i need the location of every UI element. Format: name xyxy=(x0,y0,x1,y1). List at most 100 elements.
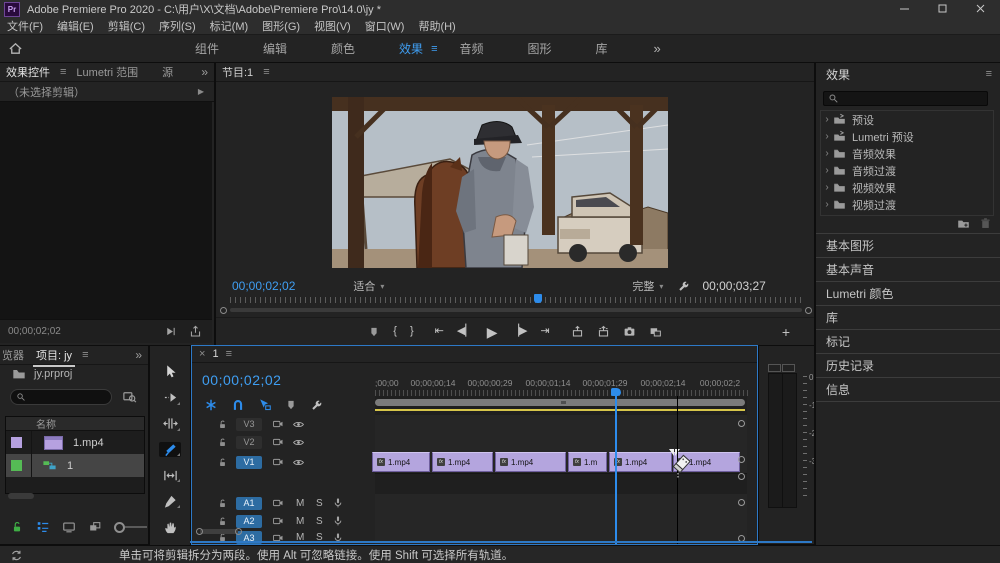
panel-menu-icon[interactable]: ≡ xyxy=(56,66,70,78)
panel-lumetri-color[interactable]: Lumetri 颜色 xyxy=(816,281,1000,305)
track-target-v2[interactable]: V2 xyxy=(236,436,262,449)
go-to-in-icon[interactable]: ⇤ xyxy=(435,326,444,337)
new-custom-bin-icon[interactable] xyxy=(957,217,970,230)
play-button[interactable]: ▶ xyxy=(487,325,498,339)
linked-selection-icon[interactable] xyxy=(258,398,272,412)
expand-arrow-icon[interactable]: ▶ xyxy=(198,87,204,96)
name-column-header[interactable]: 名称 xyxy=(6,417,144,431)
tree-item-audio-transitions[interactable]: › 音频过渡 xyxy=(821,162,993,179)
program-timecode[interactable]: 00;00;02;02 xyxy=(232,279,295,293)
playhead-line[interactable] xyxy=(615,390,617,544)
timeline-hscrollbar[interactable] xyxy=(200,529,238,534)
panel-info[interactable]: 信息 xyxy=(816,377,1000,402)
menu-sequence[interactable]: 序列(S) xyxy=(152,18,203,34)
timeline-clip[interactable]: fx 1.mp4 xyxy=(609,452,672,472)
track-scroll-anchor-icon[interactable] xyxy=(738,420,745,427)
close-sequence-icon[interactable]: × xyxy=(199,348,205,360)
tab-media-browser[interactable]: 览器 xyxy=(0,346,30,365)
play-audio-icon[interactable] xyxy=(164,325,177,338)
delete-bin-icon[interactable] xyxy=(979,217,992,230)
mark-in-icon[interactable]: { xyxy=(393,326,397,337)
lift-icon[interactable] xyxy=(571,325,584,338)
scroll-anchor-left-icon[interactable] xyxy=(220,307,227,314)
playback-resolution-dropdown[interactable]: 完整 xyxy=(632,278,654,294)
step-back-icon[interactable]: ◀▏ xyxy=(457,326,474,337)
project-panel-menu-icon[interactable]: ≡ xyxy=(78,349,92,361)
track-lock-icon[interactable] xyxy=(217,419,228,430)
track-select-forward-tool[interactable] xyxy=(159,390,181,406)
menu-clip[interactable]: 剪辑(C) xyxy=(101,18,152,34)
track-lock-icon[interactable] xyxy=(217,457,228,468)
workspace-tab-assembly[interactable]: 组件 xyxy=(173,40,241,57)
project-row-clip[interactable]: 1.mp4 xyxy=(6,431,144,454)
add-marker-icon[interactable] xyxy=(368,326,380,338)
source-patch-icon[interactable] xyxy=(272,497,284,509)
tab-effect-controls[interactable]: 效果控件 xyxy=(0,63,56,82)
tree-item-lumetri-presets[interactable]: › Lumetri 预设 xyxy=(821,128,993,145)
timeline-clip[interactable]: fx 1.m xyxy=(568,452,607,472)
selection-tool[interactable] xyxy=(159,364,181,380)
menu-edit[interactable]: 编辑(E) xyxy=(50,18,101,34)
track-target-a1[interactable]: A1 xyxy=(236,497,262,510)
extract-icon[interactable] xyxy=(597,325,610,338)
panel-history[interactable]: 历史记录 xyxy=(816,353,1000,377)
timeline-timecode[interactable]: 00;00;02;02 xyxy=(202,372,281,388)
close-button[interactable] xyxy=(962,0,1000,18)
panel-essential-sound[interactable]: 基本声音 xyxy=(816,257,1000,281)
track-target-a2[interactable]: A2 xyxy=(236,515,262,528)
zoom-slider[interactable] xyxy=(114,522,147,533)
snap-magnet-icon[interactable] xyxy=(231,398,245,412)
voiceover-mic-icon[interactable] xyxy=(332,497,344,509)
icon-view-icon[interactable] xyxy=(62,520,76,534)
comparison-view-icon[interactable] xyxy=(649,325,662,338)
menu-help[interactable]: 帮助(H) xyxy=(411,18,462,34)
razor-tool[interactable] xyxy=(159,442,181,458)
menu-file[interactable]: 文件(F) xyxy=(0,18,50,34)
slip-tool[interactable] xyxy=(159,467,181,483)
track-a2-lane[interactable] xyxy=(375,512,747,531)
home-icon[interactable] xyxy=(8,41,23,56)
source-patch-icon[interactable] xyxy=(272,418,284,430)
toggle-track-output-eye-icon[interactable] xyxy=(292,436,305,449)
twirl-icon[interactable]: › xyxy=(821,199,833,210)
project-search-box[interactable] xyxy=(10,389,112,405)
ripple-edit-tool[interactable] xyxy=(159,416,181,432)
maximize-button[interactable] xyxy=(924,0,962,18)
monitor-scrollbar[interactable] xyxy=(230,308,802,312)
mute-track-button[interactable]: M xyxy=(296,498,304,509)
timeline-ruler[interactable]: ;00;00 00;00;00;14 00;00;00;29 00;00;01;… xyxy=(375,364,749,396)
tab-program[interactable]: 节目:1 xyxy=(216,63,259,82)
project-file-name[interactable]: jy.prproj xyxy=(34,368,72,380)
project-overflow-icon[interactable]: » xyxy=(135,348,148,362)
step-forward-icon[interactable]: ▕▶ xyxy=(511,326,528,337)
zoom-level-dropdown[interactable]: 适合 xyxy=(353,278,375,294)
panel-libraries[interactable]: 库 xyxy=(816,305,1000,329)
project-list-scrollbar[interactable] xyxy=(8,493,34,499)
mute-track-button[interactable]: M xyxy=(296,516,304,527)
tab-source[interactable]: 源 xyxy=(156,63,179,82)
mark-out-icon[interactable]: } xyxy=(410,326,414,337)
hscroll-handle-right-icon[interactable] xyxy=(235,528,242,535)
timeline-settings-wrench-icon[interactable] xyxy=(310,399,323,412)
track-target-v1[interactable]: V1 xyxy=(236,456,262,469)
solo-track-button[interactable]: S xyxy=(316,516,323,527)
workspace-tab-color[interactable]: 颜色 xyxy=(309,40,377,57)
program-panel-menu-icon[interactable]: ≡ xyxy=(259,66,273,78)
tab-lumetri-scopes[interactable]: Lumetri 范围 xyxy=(70,63,144,82)
twirl-icon[interactable]: › xyxy=(821,148,833,159)
track-a1-lane[interactable] xyxy=(375,494,747,513)
marker-icon[interactable] xyxy=(285,399,297,411)
menu-window[interactable]: 窗口(W) xyxy=(358,18,412,34)
nest-sequence-icon[interactable] xyxy=(204,398,218,412)
tab-project[interactable]: 项目: jy xyxy=(30,346,78,365)
twirl-icon[interactable]: › xyxy=(821,131,833,142)
menu-graphics[interactable]: 图形(G) xyxy=(255,18,307,34)
hand-tool[interactable] xyxy=(159,519,181,535)
track-lock-icon[interactable] xyxy=(217,498,228,509)
track-scroll-anchor-icon[interactable] xyxy=(738,499,745,506)
source-patch-icon[interactable] xyxy=(272,515,284,527)
monitor-mini-ruler[interactable] xyxy=(230,297,802,303)
track-scroll-anchor-icon[interactable] xyxy=(738,456,745,463)
workspace-tab-libraries[interactable]: 库 xyxy=(574,40,630,57)
search-bin-icon[interactable] xyxy=(122,389,137,404)
